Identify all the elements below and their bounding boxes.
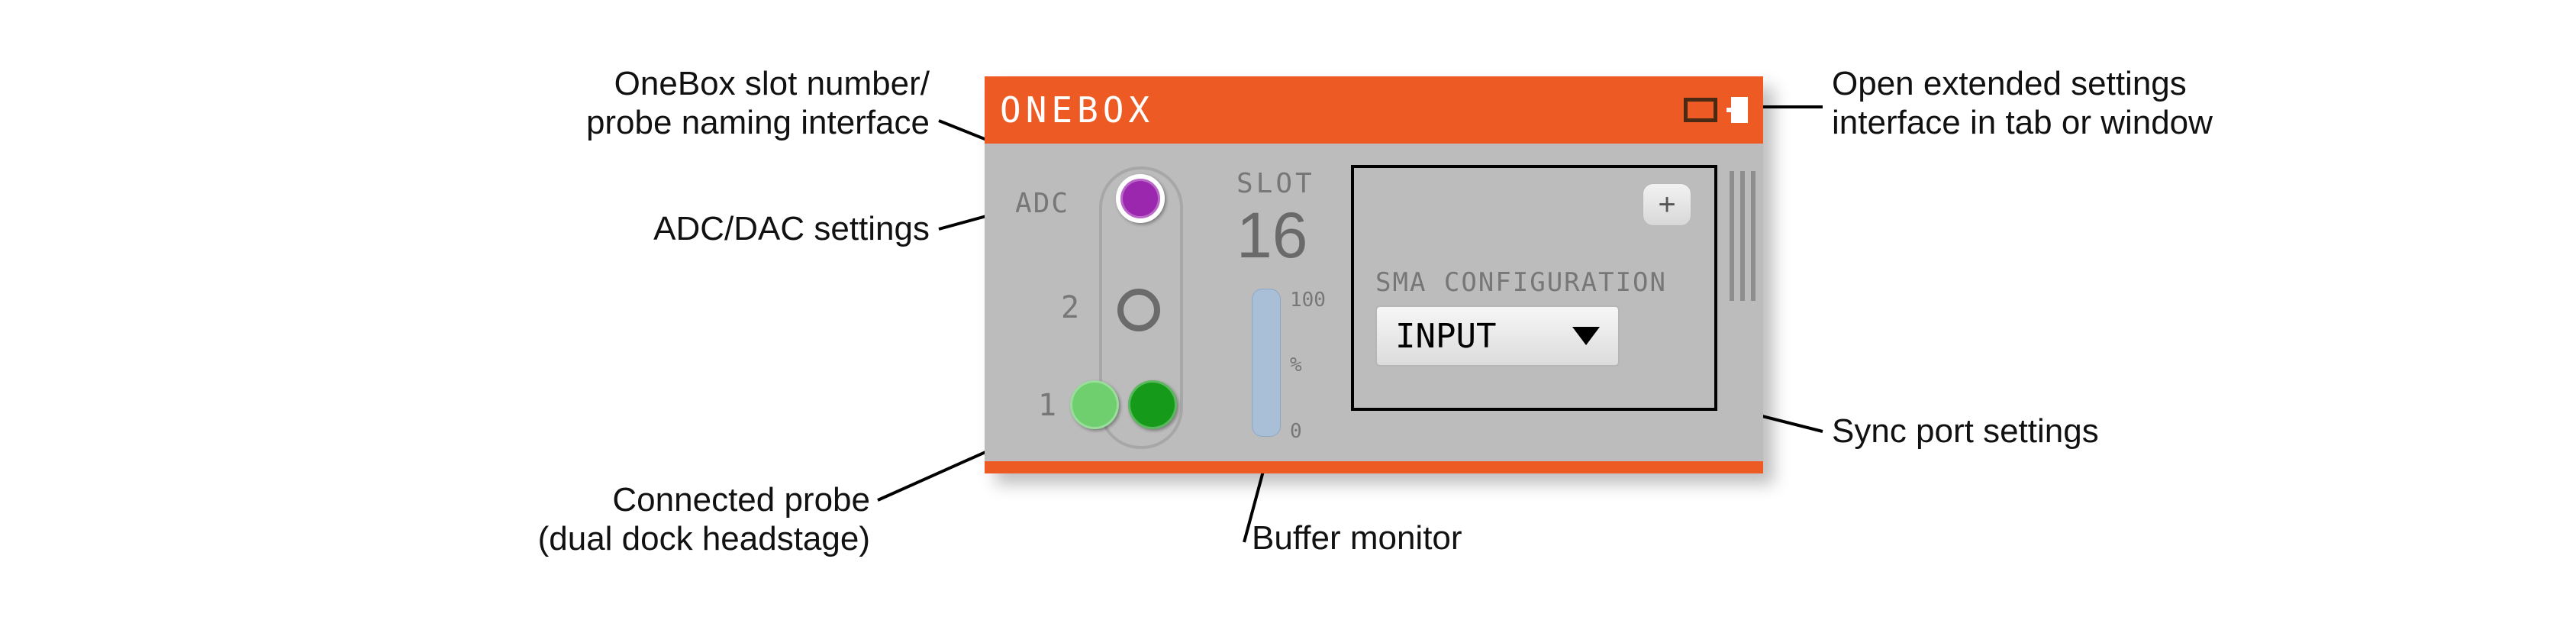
drag-grip-icon <box>1730 171 1755 301</box>
buffer-tick-0: 0 <box>1290 420 1302 443</box>
port-1-probe-a[interactable] <box>1070 380 1119 429</box>
buffer-tick-100: 100 <box>1290 289 1326 312</box>
annotation-open-extended-text: Open extended settings interface in tab … <box>1832 65 2213 141</box>
open-in-window-icon[interactable] <box>1731 97 1748 123</box>
panel-header: ONEBOX <box>985 76 1763 144</box>
annotation-adc-dac: ADC/DAC settings <box>334 210 930 249</box>
panel-title: ONEBOX <box>1000 89 1154 131</box>
slot-number: 16 <box>1236 199 1307 273</box>
slot-label: SLOT <box>1236 168 1315 199</box>
port-1-probe-b[interactable] <box>1128 380 1177 429</box>
port-1-number: 1 <box>1038 388 1056 423</box>
annotation-buffer-monitor-text: Buffer monitor <box>1252 519 1462 557</box>
sma-configuration-group: + SMA CONFIGURATION INPUT <box>1351 165 1717 411</box>
annotation-open-extended: Open extended settings interface in tab … <box>1832 65 2442 142</box>
buffer-monitor-bar <box>1252 289 1281 437</box>
annotation-connected-probe-text: Connected probe (dual dock headstage) <box>538 481 870 557</box>
sma-selected-value: INPUT <box>1395 317 1496 356</box>
port-2-empty[interactable] <box>1117 289 1160 331</box>
port-2-number: 2 <box>1061 290 1079 325</box>
annotation-sync-port-text: Sync port settings <box>1832 412 2099 450</box>
plus-icon: + <box>1658 188 1675 222</box>
slot-naming-port[interactable] <box>1116 174 1165 223</box>
annotation-adc-dac-text: ADC/DAC settings <box>653 210 930 247</box>
buffer-tick-unit: % <box>1290 354 1302 376</box>
sma-add-button[interactable]: + <box>1643 183 1691 226</box>
sma-group-label: SMA CONFIGURATION <box>1375 267 1667 298</box>
annotation-sync-port: Sync port settings <box>1832 412 2290 451</box>
panel-footer-bar <box>985 461 1763 473</box>
onebox-panel: ONEBOX ADC 2 1 SLOT 16 <box>985 76 1763 473</box>
annotation-slot-naming: OneBox slot number/ probe naming interfa… <box>334 65 930 142</box>
panel-body: ADC 2 1 SLOT 16 100 % 0 + <box>985 144 1763 461</box>
chevron-down-icon <box>1572 327 1600 345</box>
adc-label[interactable]: ADC <box>1015 188 1069 219</box>
annotation-buffer-monitor: Buffer monitor <box>1252 519 1710 558</box>
annotation-connected-probe: Connected probe (dual dock headstage) <box>260 481 870 558</box>
open-in-tab-icon[interactable] <box>1684 98 1717 122</box>
annotation-slot-naming-text: OneBox slot number/ probe naming interfa… <box>586 65 930 141</box>
header-icon-group <box>1684 97 1748 123</box>
sma-mode-select[interactable]: INPUT <box>1375 305 1620 367</box>
